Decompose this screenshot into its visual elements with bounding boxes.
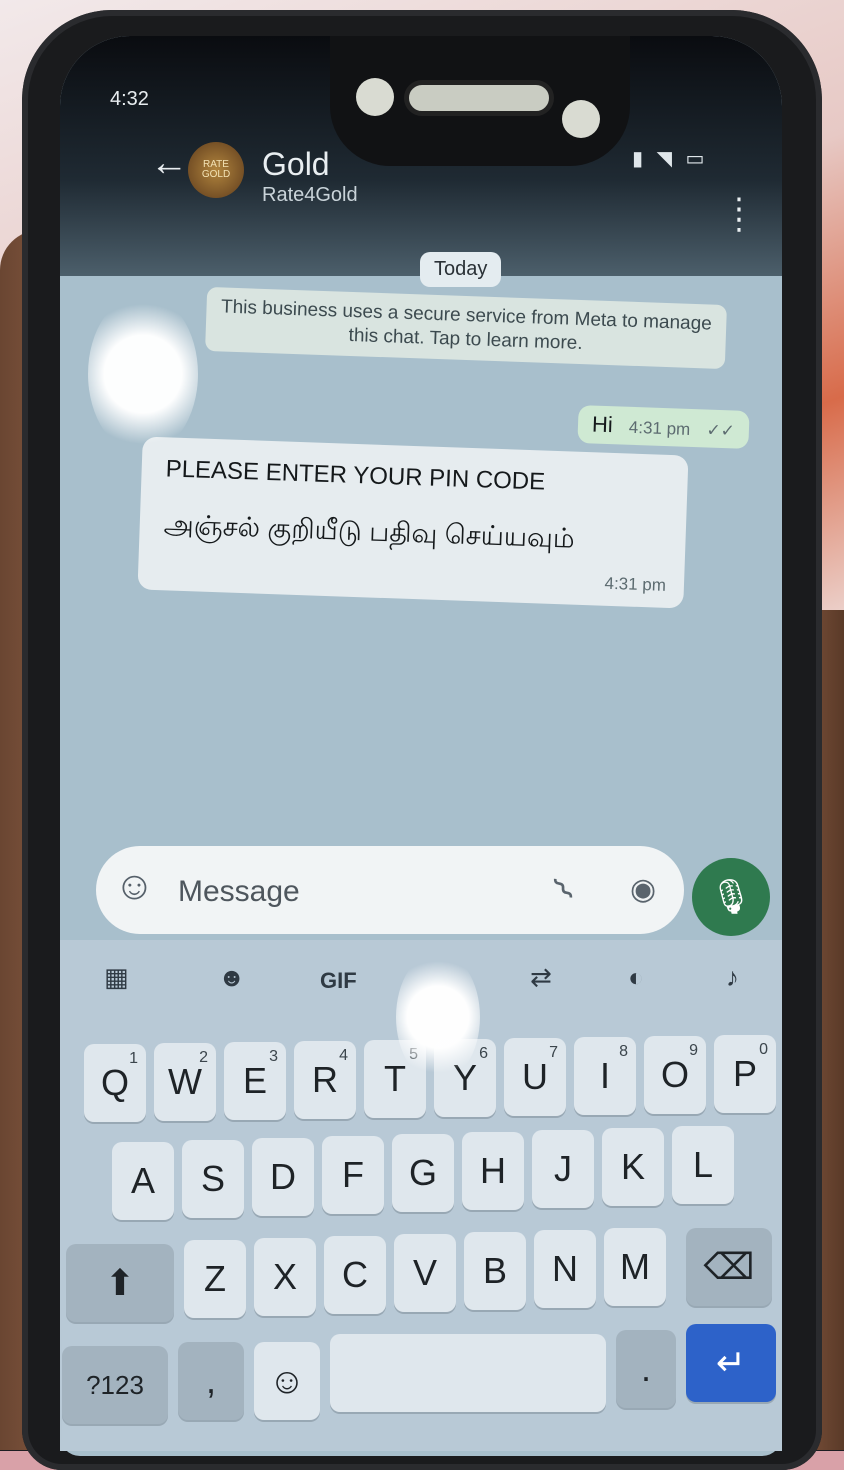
- shift-key[interactable]: ⬆: [66, 1244, 174, 1322]
- chat-subtitle[interactable]: Rate4Gold: [262, 184, 358, 207]
- front-sensor: [562, 100, 600, 138]
- key-f[interactable]: F: [322, 1136, 384, 1214]
- key-r[interactable]: R4: [294, 1041, 356, 1119]
- palette-icon[interactable]: ◐: [628, 962, 644, 993]
- read-ticks-icon: ✓✓: [706, 420, 736, 441]
- key-h[interactable]: H: [462, 1132, 524, 1210]
- front-camera: [356, 78, 394, 116]
- enter-key[interactable]: ↵: [686, 1324, 776, 1402]
- camera-icon[interactable]: ◉: [630, 872, 656, 907]
- key-u[interactable]: U7: [504, 1038, 566, 1116]
- status-time: 4:32: [110, 88, 149, 110]
- key-c[interactable]: C: [324, 1236, 386, 1314]
- key-a[interactable]: A: [112, 1142, 174, 1220]
- light-glare: [396, 952, 480, 1082]
- more-vertical-icon[interactable]: ⋮ ⋮: [724, 195, 754, 235]
- key-k[interactable]: K: [602, 1128, 664, 1206]
- keyboard-microphone-icon[interactable]: ♪: [726, 962, 739, 993]
- outgoing-text: Hi: [591, 411, 614, 438]
- comma-key[interactable]: ,: [178, 1342, 244, 1420]
- key-l[interactable]: L: [672, 1126, 734, 1204]
- incoming-message[interactable]: PLEASE ENTER YOUR PIN CODE அஞ்சல் குறியீ…: [137, 436, 689, 609]
- grid-icon[interactable]: ▦: [104, 962, 129, 993]
- microphone-icon: 🎙: [709, 878, 753, 916]
- sticker-icon[interactable]: ☻: [218, 962, 245, 993]
- outgoing-time: 4:31 pm: [628, 417, 691, 439]
- status-icons: ▮ ◥ ▭: [632, 148, 709, 170]
- incoming-line-2: அஞ்சல் குறியீடு பதிவு செய்யவும்: [163, 509, 576, 554]
- light-glare: [88, 294, 198, 454]
- space-key[interactable]: [330, 1334, 606, 1412]
- key-i[interactable]: I8: [574, 1037, 636, 1115]
- key-s[interactable]: S: [182, 1140, 244, 1218]
- key-n[interactable]: N: [534, 1230, 596, 1308]
- earpiece-speaker: [404, 80, 554, 116]
- camera-notch: [330, 36, 630, 166]
- key-q[interactable]: Q1: [84, 1044, 146, 1122]
- key-v[interactable]: V: [394, 1234, 456, 1312]
- message-input[interactable]: [176, 868, 540, 916]
- microphone-button[interactable]: 🎙: [692, 858, 770, 936]
- emoji-icon[interactable]: ☺: [114, 864, 155, 909]
- key-e[interactable]: E3: [224, 1042, 286, 1120]
- backspace-key[interactable]: ⌫: [686, 1228, 772, 1306]
- incoming-time: 4:31 pm: [604, 573, 667, 595]
- key-z[interactable]: Z: [184, 1240, 246, 1318]
- key-m[interactable]: M: [604, 1228, 666, 1306]
- key-o[interactable]: O9: [644, 1036, 706, 1114]
- key-j[interactable]: J: [532, 1130, 594, 1208]
- back-arrow-icon[interactable]: ←: [150, 142, 188, 185]
- symbols-key[interactable]: ?123: [62, 1346, 168, 1424]
- date-chip: Today: [420, 252, 502, 287]
- key-d[interactable]: D: [252, 1138, 314, 1216]
- chat-title[interactable]: Gold: [262, 146, 330, 183]
- key-b[interactable]: B: [464, 1232, 526, 1310]
- avatar[interactable]: RATE GOLD: [188, 142, 244, 198]
- keyboard-emoji-key[interactable]: ☺: [254, 1342, 320, 1420]
- translate-icon[interactable]: ⇄: [530, 962, 552, 993]
- key-p[interactable]: P0: [714, 1035, 776, 1113]
- outgoing-message[interactable]: Hi 4:31 pm ✓✓: [577, 405, 750, 449]
- key-x[interactable]: X: [254, 1238, 316, 1316]
- period-key[interactable]: .: [616, 1330, 676, 1408]
- gif-button[interactable]: GIF: [320, 968, 357, 994]
- incoming-line-1: PLEASE ENTER YOUR PIN CODE: [165, 455, 546, 496]
- key-g[interactable]: G: [392, 1134, 454, 1212]
- key-w[interactable]: W2: [154, 1043, 216, 1121]
